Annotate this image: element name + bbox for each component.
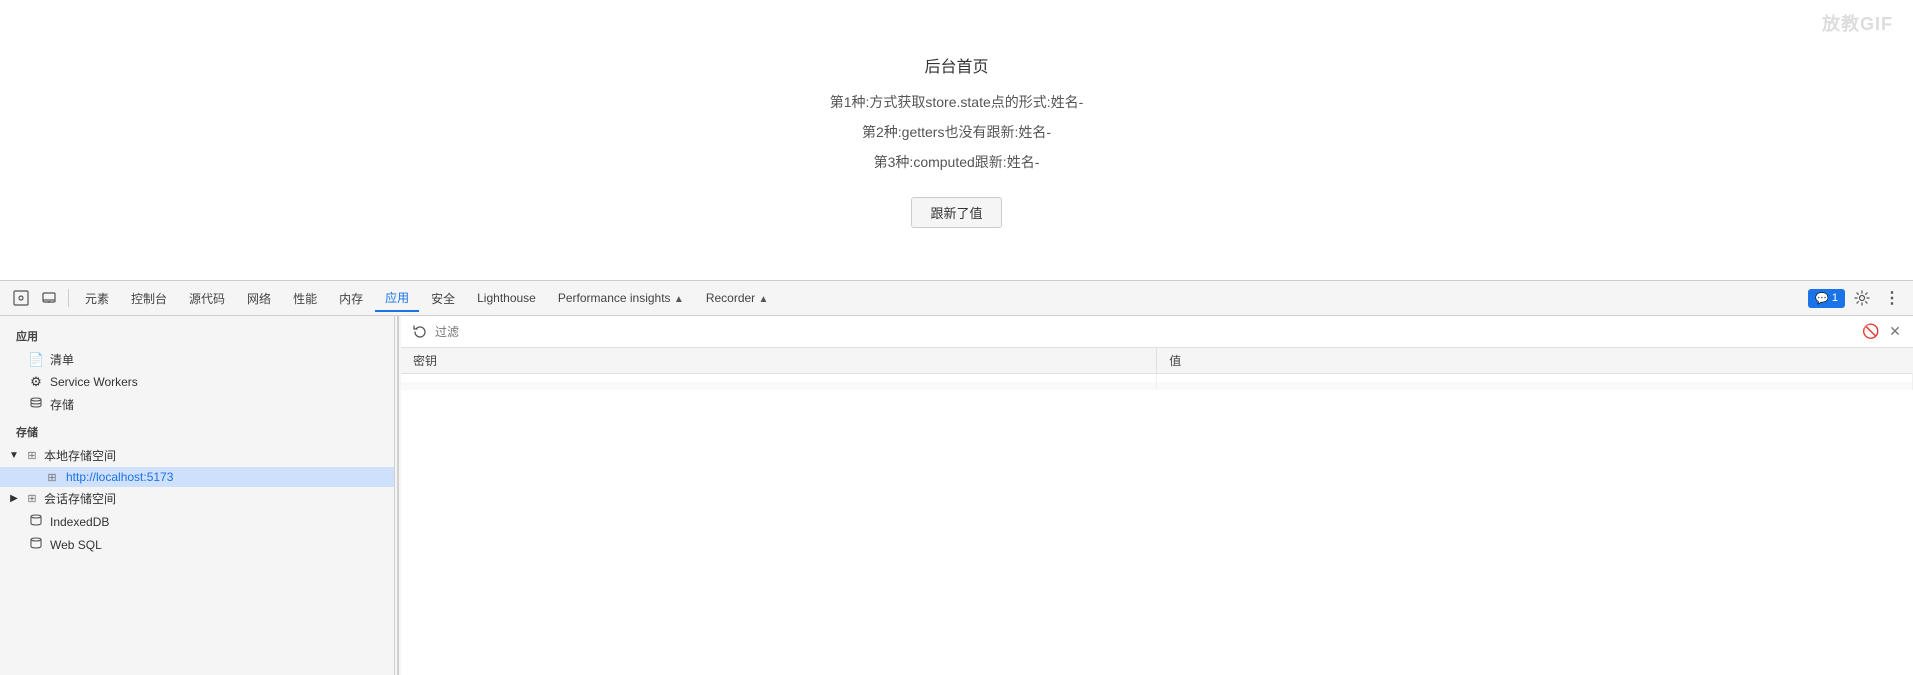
table-row [401,374,1913,383]
session-storage-icon: ⊞ [24,492,40,505]
toolbar-separator-1 [68,289,69,307]
devtools-body: 应用 📄 清单 ⚙ Service Workers 存储 [0,316,1913,675]
table-cell-key [401,382,1157,390]
local-storage-arrow: ▼ [8,450,20,461]
console-badge-button[interactable]: 💬 1 [1808,289,1845,308]
more-options-button[interactable]: ⋮ [1879,285,1905,311]
indexeddb-label: IndexedDB [50,515,109,529]
tab-network[interactable]: 网络 [237,286,281,311]
table-row [401,382,1913,390]
badge-count: 1 [1832,292,1838,304]
watermark: 放教GIF [1822,10,1893,36]
table-cell-value [1157,382,1913,390]
sidebar-item-websql[interactable]: Web SQL [0,533,394,556]
table-body [401,374,1913,391]
sidebar-item-localhost-5173[interactable]: ⊞ http://localhost:5173 [0,467,394,487]
service-workers-icon: ⚙ [28,374,44,390]
tab-lighthouse[interactable]: Lighthouse [467,287,546,309]
filter-block-button[interactable]: 🚫 [1861,322,1881,342]
manifest-label: 清单 [50,351,74,368]
localhost-label: http://localhost:5173 [66,470,173,484]
settings-button[interactable] [1849,285,1875,311]
sidebar-item-manifest[interactable]: 📄 清单 [0,348,394,371]
devtools-sidebar: 应用 📄 清单 ⚙ Service Workers 存储 [0,316,395,675]
recorder-arrow: ▲ [759,294,769,305]
performance-insights-arrow: ▲ [674,294,684,305]
update-button[interactable]: 跟新了值 [911,197,1001,228]
indexeddb-icon [28,513,44,530]
tab-console[interactable]: 控制台 [121,286,177,311]
sidebar-item-service-workers[interactable]: ⚙ Service Workers [0,371,394,393]
col-header-key: 密钥 [401,348,1157,374]
devtools-toolbar: 元素 控制台 源代码 网络 性能 内存 应用 安全 Lighthouse Per… [0,281,1913,316]
device-toggle-button[interactable] [36,285,62,311]
tab-security[interactable]: 安全 [421,286,465,311]
toolbar-right: 💬 1 ⋮ [1808,285,1905,311]
storage-label: 存储 [50,396,74,413]
local-storage-icon: ⊞ [24,449,40,462]
main-content: 后台首页 第1种:方式获取store.state点的形式:姓名- 第2种:get… [0,0,1913,280]
tab-performance-insights[interactable]: Performance insights ▲ [548,287,694,309]
refresh-button[interactable] [409,321,431,343]
websql-label: Web SQL [50,538,102,552]
manifest-icon: 📄 [28,352,44,368]
tab-performance[interactable]: 性能 [283,286,327,311]
line3: 第3种:computed跟新:姓名- [874,152,1040,172]
line2: 第2种:getters也没有跟新:姓名- [862,122,1051,142]
table-cell-key [401,374,1157,383]
session-storage-arrow: ▶ [8,493,20,504]
devtools-panel: 元素 控制台 源代码 网络 性能 内存 应用 安全 Lighthouse Per… [0,280,1913,675]
table-cell-value [1157,374,1913,383]
more-icon: ⋮ [1884,288,1900,308]
inspect-element-button[interactable] [8,285,34,311]
app-section-label: 应用 [0,320,394,348]
sidebar-resizer[interactable] [395,316,401,675]
tab-recorder[interactable]: Recorder ▲ [696,287,779,309]
tab-memory[interactable]: 内存 [329,286,373,311]
data-table: 密钥 值 [401,348,1913,390]
websql-icon [28,536,44,553]
session-storage-label: 会话存储空间 [44,490,116,507]
line1: 第1种:方式获取store.state点的形式:姓名- [830,92,1084,112]
tab-application[interactable]: 应用 [375,285,419,312]
tab-elements[interactable]: 元素 [75,286,119,311]
storage-section-label: 存储 [0,416,394,444]
sidebar-item-indexeddb[interactable]: IndexedDB [0,510,394,533]
sidebar-item-storage-clear[interactable]: 存储 [0,393,394,416]
console-icon: 💬 [1815,292,1829,305]
session-storage-group[interactable]: ▶ ⊞ 会话存储空间 [0,487,394,510]
col-header-value: 值 [1157,348,1913,374]
filter-clear-button[interactable]: ✕ [1885,322,1905,342]
filter-bar: 🚫 ✕ [401,316,1913,348]
localhost-icon: ⊞ [44,471,60,484]
tab-sources[interactable]: 源代码 [179,286,235,311]
main-panel: 🚫 ✕ 密钥 值 [401,316,1913,675]
storage-icon [28,396,44,413]
local-storage-group-label: 本地存储空间 [44,447,116,464]
service-workers-label: Service Workers [50,375,138,389]
data-table-wrapper: 密钥 值 [401,348,1913,675]
main-title: 后台首页 [924,53,988,77]
local-storage-group[interactable]: ▼ ⊞ 本地存储空间 [0,444,394,467]
filter-input[interactable] [435,321,1857,343]
